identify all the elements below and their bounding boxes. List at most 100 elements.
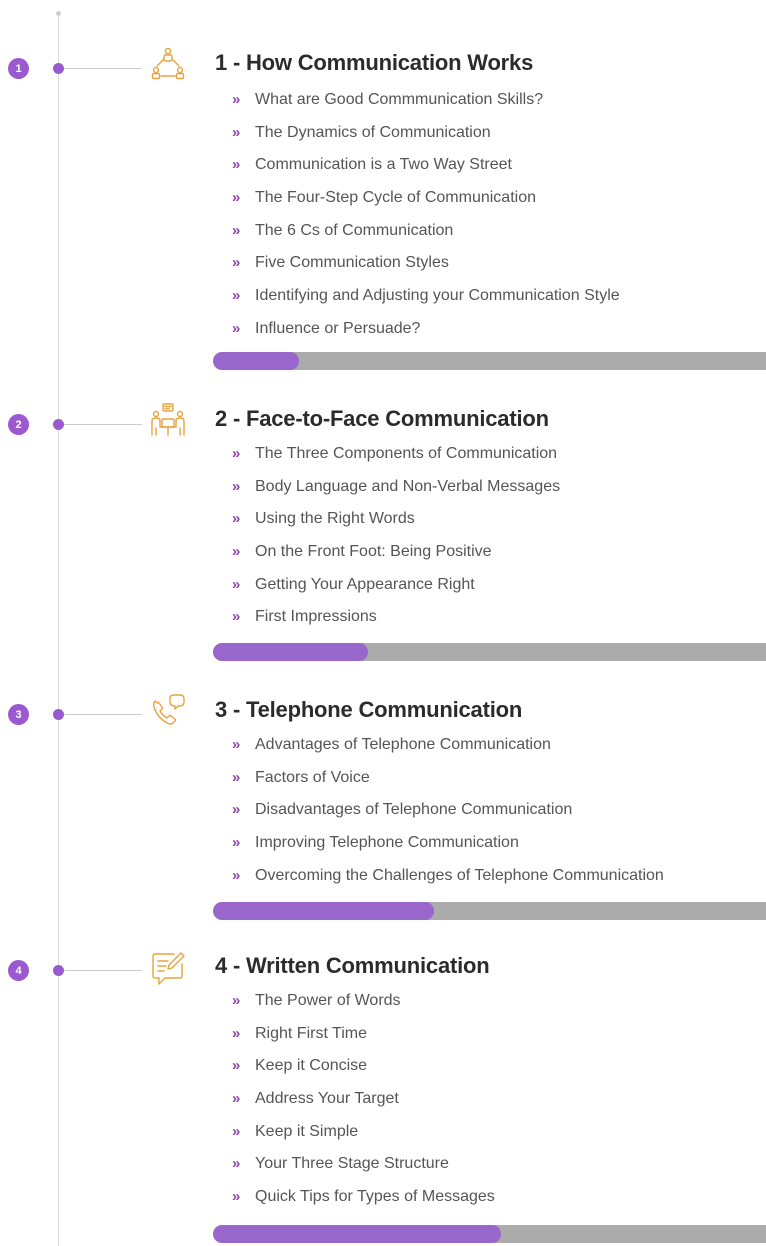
lesson-label: Quick Tips for Types of Messages xyxy=(255,1188,495,1206)
lesson-item[interactable]: » Identifying and Adjusting your Communic… xyxy=(232,280,620,313)
chevron-right-icon: » xyxy=(232,477,241,495)
network-people-icon xyxy=(151,47,185,80)
chevron-right-icon: » xyxy=(232,992,241,1009)
lesson-list: » Advantages of Telephone Communication »… xyxy=(232,729,664,892)
chevron-right-icon: » xyxy=(232,1057,241,1075)
meeting-people-icon xyxy=(151,403,185,436)
progress-fill xyxy=(213,1225,501,1243)
phone-chat-icon xyxy=(152,694,185,725)
timeline-connector xyxy=(64,424,142,425)
chevron-right-icon: » xyxy=(232,543,241,561)
lesson-label: Advantages of Telephone Communication xyxy=(255,736,551,753)
lesson-item[interactable]: » Quick Tips for Types of Messages xyxy=(232,1181,495,1214)
module-number-badge: 1 xyxy=(8,58,29,79)
lesson-item[interactable]: » Communication is a Two Way Street xyxy=(232,149,620,182)
timeline-node xyxy=(53,419,64,430)
chevron-right-icon: » xyxy=(232,189,241,207)
lesson-item[interactable]: » Using the Right Words xyxy=(232,503,560,536)
progress-fill xyxy=(213,902,435,920)
chevron-right-icon: » xyxy=(232,866,241,884)
lesson-item[interactable]: » What are Good Commmunication Skills? xyxy=(232,84,620,117)
chevron-right-icon: » xyxy=(232,510,241,528)
timeline-start-dot xyxy=(56,11,61,16)
module-title: 2 - Face-to-Face Communication xyxy=(215,406,549,431)
chevron-right-icon: » xyxy=(232,1024,241,1042)
lesson-item[interactable]: » Keep it Simple xyxy=(232,1116,495,1149)
lesson-label: Influence or Persuade? xyxy=(255,319,421,337)
lesson-label: Identifying and Adjusting your Communica… xyxy=(255,287,620,305)
lesson-label: Disadvantages of Telephone Communication xyxy=(255,801,573,819)
module-progress-bar xyxy=(213,1225,766,1243)
chevron-right-icon: » xyxy=(232,768,241,786)
chevron-right-icon: » xyxy=(232,1188,241,1206)
chevron-right-icon: » xyxy=(232,123,241,141)
lesson-item[interactable]: » Advantages of Telephone Communication xyxy=(232,729,664,762)
lesson-item[interactable]: » The Three Components of Communication xyxy=(232,438,560,471)
timeline-node xyxy=(53,63,64,74)
lesson-item[interactable]: » Factors of Voice xyxy=(232,762,664,795)
module-title: 1 - How Communication Works xyxy=(215,50,534,75)
chevron-right-icon: » xyxy=(232,834,241,852)
lesson-item[interactable]: » The Dynamics of Communication xyxy=(232,117,620,150)
lesson-item[interactable]: » Address Your Target xyxy=(232,1083,495,1116)
chevron-right-icon: » xyxy=(232,736,241,753)
lesson-label: Right First Time xyxy=(255,1024,368,1042)
chevron-right-icon: » xyxy=(232,319,241,337)
timeline-node xyxy=(53,965,64,976)
chevron-right-icon: » xyxy=(232,221,241,239)
lesson-item[interactable]: » On the Front Foot: Being Positive xyxy=(232,536,560,569)
chevron-right-icon: » xyxy=(232,1090,241,1108)
lesson-item[interactable]: » Your Three Stage Structure xyxy=(232,1148,495,1181)
progress-fill xyxy=(213,643,368,661)
lesson-list: » The Three Components of Communication »… xyxy=(232,438,560,634)
lesson-label: Address Your Target xyxy=(255,1090,399,1108)
module-progress-bar xyxy=(213,902,766,920)
chevron-right-icon: » xyxy=(232,801,241,819)
lesson-label: Factors of Voice xyxy=(255,768,370,786)
lesson-item[interactable]: » Getting Your Appearance Right xyxy=(232,569,560,602)
module-progress-bar xyxy=(213,352,766,370)
lesson-label: Communication is a Two Way Street xyxy=(255,156,512,174)
lesson-item[interactable]: » The Four-Step Cycle of Communication xyxy=(232,182,620,215)
lesson-list: » What are Good Commmunication Skills? » T… xyxy=(232,84,620,346)
lesson-label: Body Language and Non-Verbal Messages xyxy=(255,477,561,495)
chevron-right-icon: » xyxy=(232,1155,241,1173)
lesson-label: Overcoming the Challenges of Telephone C… xyxy=(255,866,664,884)
chevron-right-icon: » xyxy=(232,445,241,462)
lesson-item[interactable]: » The Power of Words xyxy=(232,985,495,1018)
lesson-item[interactable]: » Influence or Persuade? xyxy=(232,313,620,346)
lesson-label: Improving Telephone Communication xyxy=(255,834,519,852)
lesson-item[interactable]: » Right First Time xyxy=(232,1018,495,1051)
timeline-connector xyxy=(64,68,142,69)
lesson-item[interactable]: » Keep it Concise xyxy=(232,1050,495,1083)
lesson-item[interactable]: » The 6 Cs of Communication xyxy=(232,215,620,248)
lesson-label: Getting Your Appearance Right xyxy=(255,575,475,593)
lesson-label: The Dynamics of Communication xyxy=(255,123,491,141)
module-number-badge: 2 xyxy=(8,414,29,435)
chevron-right-icon: » xyxy=(232,254,241,272)
chevron-right-icon: » xyxy=(232,608,241,626)
lesson-item[interactable]: » Body Language and Non-Verbal Messages xyxy=(232,471,560,504)
chevron-right-icon: » xyxy=(232,1122,241,1140)
lesson-item[interactable]: » First Impressions xyxy=(232,601,560,634)
timeline-node xyxy=(53,709,64,720)
module-title: 3 - Telephone Communication xyxy=(215,697,523,722)
lesson-item[interactable]: » Overcoming the Challenges of Telephone … xyxy=(232,860,664,893)
lesson-label: First Impressions xyxy=(255,608,377,626)
lesson-item[interactable]: » Five Communication Styles xyxy=(232,247,620,280)
chevron-right-icon: » xyxy=(232,156,241,174)
edit-note-icon xyxy=(152,952,185,985)
chevron-right-icon: » xyxy=(232,287,241,305)
lesson-item[interactable]: » Disadvantages of Telephone Communicatio… xyxy=(232,794,664,827)
lesson-label: What are Good Commmunication Skills? xyxy=(255,91,544,108)
lesson-label: The Four-Step Cycle of Communication xyxy=(255,189,536,207)
lesson-label: The 6 Cs of Communication xyxy=(255,221,454,239)
chevron-right-icon: » xyxy=(232,575,241,593)
lesson-item[interactable]: » Improving Telephone Communication xyxy=(232,827,664,860)
lesson-list: » The Power of Words » Right First Time » K… xyxy=(232,985,495,1214)
lesson-label: The Three Components of Communication xyxy=(255,445,558,462)
lesson-label: Five Communication Styles xyxy=(255,254,449,272)
module-title: 4 - Written Communication xyxy=(215,953,490,978)
module-number-badge: 3 xyxy=(8,704,29,725)
lesson-label: Your Three Stage Structure xyxy=(255,1155,449,1173)
